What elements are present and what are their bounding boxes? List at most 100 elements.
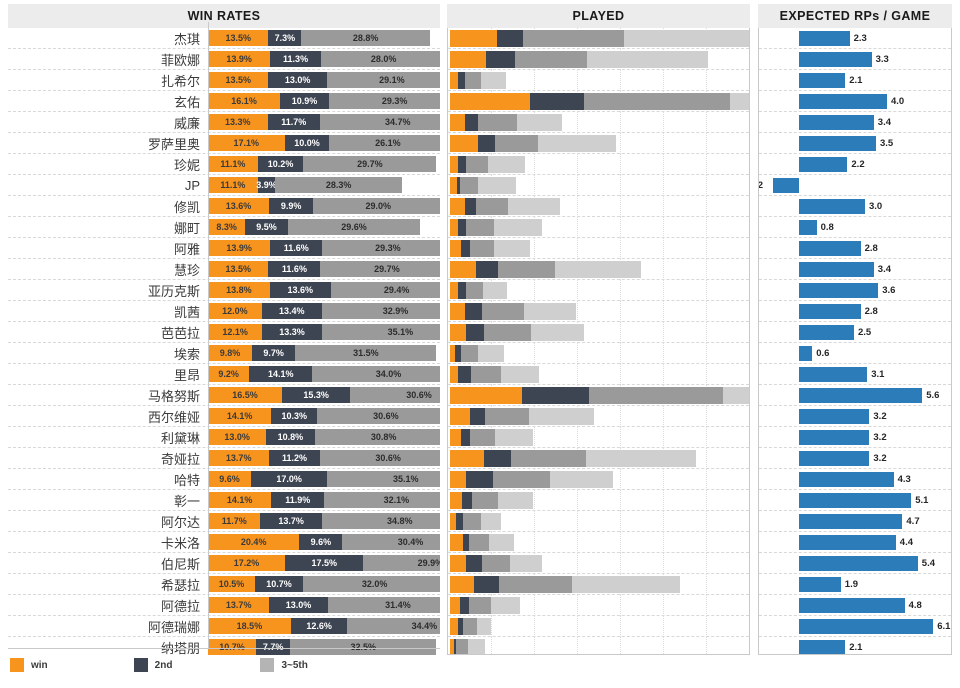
played-row[interactable]	[448, 573, 749, 595]
expected-rps-row[interactable]: 4.7	[759, 511, 951, 532]
expected-rps-row[interactable]: 4.3	[759, 469, 951, 490]
win-rates-row[interactable]: 纳塔朋 10.7% 7.7% 32.5%	[8, 637, 440, 655]
expected-rps-bar	[799, 639, 846, 654]
played-row[interactable]	[448, 237, 749, 259]
win-rates-row[interactable]: JP 11.1% 3.9% 28.3%	[8, 175, 440, 196]
expected-rps-row[interactable]: -1.2	[759, 175, 951, 196]
win-rates-row[interactable]: 埃索 9.8% 9.7% 31.5%	[8, 343, 440, 364]
played-row[interactable]	[448, 363, 749, 385]
win-rates-row[interactable]: 娜町 8.3% 9.5% 29.6%	[8, 217, 440, 238]
win-rates-row[interactable]: 菲欧娜 13.9% 11.3% 28.0%	[8, 49, 440, 70]
expected-rps-row[interactable]: 5.6	[759, 385, 951, 406]
played-row[interactable]	[448, 594, 749, 616]
played-row[interactable]	[448, 321, 749, 343]
played-row[interactable]	[448, 468, 749, 490]
win-rates-row[interactable]: 威廉 13.3% 11.7% 34.7%	[8, 112, 440, 133]
win-rates-row[interactable]: 阿德拉 13.7% 13.0% 31.4%	[8, 595, 440, 616]
expected-rps-row[interactable]: 4.8	[759, 595, 951, 616]
win-rates-row[interactable]: 珍妮 11.1% 10.2% 29.7%	[8, 154, 440, 175]
played-track	[448, 636, 749, 654]
win-rates-row[interactable]: 希瑟拉 10.5% 10.7% 32.0%	[8, 574, 440, 595]
win-rates-row[interactable]: 西尔维娅 14.1% 10.3% 30.6%	[8, 406, 440, 427]
played-row[interactable]	[448, 636, 749, 654]
played-row[interactable]	[448, 174, 749, 196]
played-row[interactable]	[448, 615, 749, 637]
expected-rps-row[interactable]: 2.8	[759, 238, 951, 259]
win-rates-row[interactable]: 慧珍 13.5% 11.6% 29.7%	[8, 259, 440, 280]
expected-rps-row[interactable]: 3.5	[759, 133, 951, 154]
expected-rps-row[interactable]: 2.5	[759, 322, 951, 343]
expected-rps-row[interactable]: 2.1	[759, 637, 951, 654]
played-row[interactable]	[448, 279, 749, 301]
played-row[interactable]	[448, 426, 749, 448]
played-track	[448, 468, 749, 490]
played-row[interactable]	[448, 384, 749, 406]
expected-rps-row[interactable]: 0.6	[759, 343, 951, 364]
played-row[interactable]	[448, 510, 749, 532]
played-row[interactable]	[448, 216, 749, 238]
segment-2nd: 11.9%	[271, 491, 325, 508]
expected-rps-row[interactable]: 2.3	[759, 28, 951, 49]
expected-rps-row[interactable]: 3.6	[759, 280, 951, 301]
win-rates-row[interactable]: 阿雅 13.9% 11.6% 29.3%	[8, 238, 440, 259]
played-row[interactable]	[448, 132, 749, 154]
win-rates-row[interactable]: 阿德瑞娜 18.5% 12.6% 34.4%	[8, 616, 440, 637]
played-row[interactable]	[448, 28, 749, 49]
win-rates-row[interactable]: 杰琪 13.5% 7.3% 28.8%	[8, 28, 440, 49]
win-rates-row[interactable]: 里昂 9.2% 14.1% 34.0%	[8, 364, 440, 385]
win-rates-row[interactable]: 彰一 14.1% 11.9% 32.1%	[8, 490, 440, 511]
segment-value-win: 13.9%	[226, 53, 252, 64]
played-row[interactable]	[448, 405, 749, 427]
legend-item-2nd[interactable]: 2nd	[133, 658, 172, 672]
played-row[interactable]	[448, 489, 749, 511]
played-row[interactable]	[448, 111, 749, 133]
expected-rps-row[interactable]: 3.2	[759, 448, 951, 469]
win-rates-row[interactable]: 罗萨里奥 17.1% 10.0% 26.1%	[8, 133, 440, 154]
win-rates-row[interactable]: 哈特 9.6% 17.0% 35.1%	[8, 469, 440, 490]
expected-rps-row[interactable]: 3.4	[759, 259, 951, 280]
played-row[interactable]	[448, 90, 749, 112]
expected-rps-row[interactable]: 6.1	[759, 616, 951, 637]
expected-rps-row[interactable]: 3.1	[759, 364, 951, 385]
expected-rps-row[interactable]: 4.4	[759, 532, 951, 553]
played-row[interactable]	[448, 48, 749, 70]
expected-rps-row[interactable]: 2.1	[759, 70, 951, 91]
legend-item-3-5th[interactable]: 3~5th	[260, 658, 308, 672]
expected-rps-row[interactable]: 3.4	[759, 112, 951, 133]
expected-rps-row[interactable]: 2.8	[759, 301, 951, 322]
expected-rps-row[interactable]: 5.1	[759, 490, 951, 511]
expected-rps-row[interactable]: 5.4	[759, 553, 951, 574]
played-row[interactable]	[448, 531, 749, 553]
played-stacked-bar	[450, 449, 696, 467]
win-rates-row[interactable]: 奇娅拉 13.7% 11.2% 30.6%	[8, 448, 440, 469]
win-rates-row[interactable]: 芭芭拉 12.1% 13.3% 35.1%	[8, 322, 440, 343]
win-rates-row[interactable]: 马格努斯 16.5% 15.3% 30.6%	[8, 385, 440, 406]
expected-rps-row[interactable]: 3.3	[759, 49, 951, 70]
played-row[interactable]	[448, 153, 749, 175]
played-row[interactable]	[448, 447, 749, 469]
played-row[interactable]	[448, 552, 749, 574]
win-rates-track: 13.9% 11.3% 28.0%	[208, 49, 440, 70]
win-rates-row[interactable]: 利黛琳 13.0% 10.8% 30.8%	[8, 427, 440, 448]
expected-rps-row[interactable]: 2.2	[759, 154, 951, 175]
win-rates-row[interactable]: 玄佑 16.1% 10.9% 29.3%	[8, 91, 440, 112]
expected-rps-row[interactable]: 3.0	[759, 196, 951, 217]
expected-rps-row[interactable]: 3.2	[759, 427, 951, 448]
win-rates-row[interactable]: 卡米洛 20.4% 9.6% 30.4%	[8, 532, 440, 553]
expected-rps-row[interactable]: 4.0	[759, 91, 951, 112]
played-row[interactable]	[448, 258, 749, 280]
expected-rps-row[interactable]: 3.2	[759, 406, 951, 427]
win-rates-row[interactable]: 修凯 13.6% 9.9% 29.0%	[8, 196, 440, 217]
win-rates-row[interactable]: 扎希尔 13.5% 13.0% 29.1%	[8, 70, 440, 91]
played-row[interactable]	[448, 195, 749, 217]
win-rates-row[interactable]: 伯尼斯 17.2% 17.5% 29.9%	[8, 553, 440, 574]
expected-rps-row[interactable]: 1.9	[759, 574, 951, 595]
legend-item-win[interactable]: win	[10, 658, 48, 672]
played-row[interactable]	[448, 300, 749, 322]
expected-rps-row[interactable]: 0.8	[759, 217, 951, 238]
win-rates-row[interactable]: 亚历克斯 13.8% 13.6% 29.4%	[8, 280, 440, 301]
played-row[interactable]	[448, 342, 749, 364]
win-rates-row[interactable]: 凯茜 12.0% 13.4% 32.9%	[8, 301, 440, 322]
win-rates-row[interactable]: 阿尔达 11.7% 13.7% 34.8%	[8, 511, 440, 532]
played-row[interactable]	[448, 69, 749, 91]
